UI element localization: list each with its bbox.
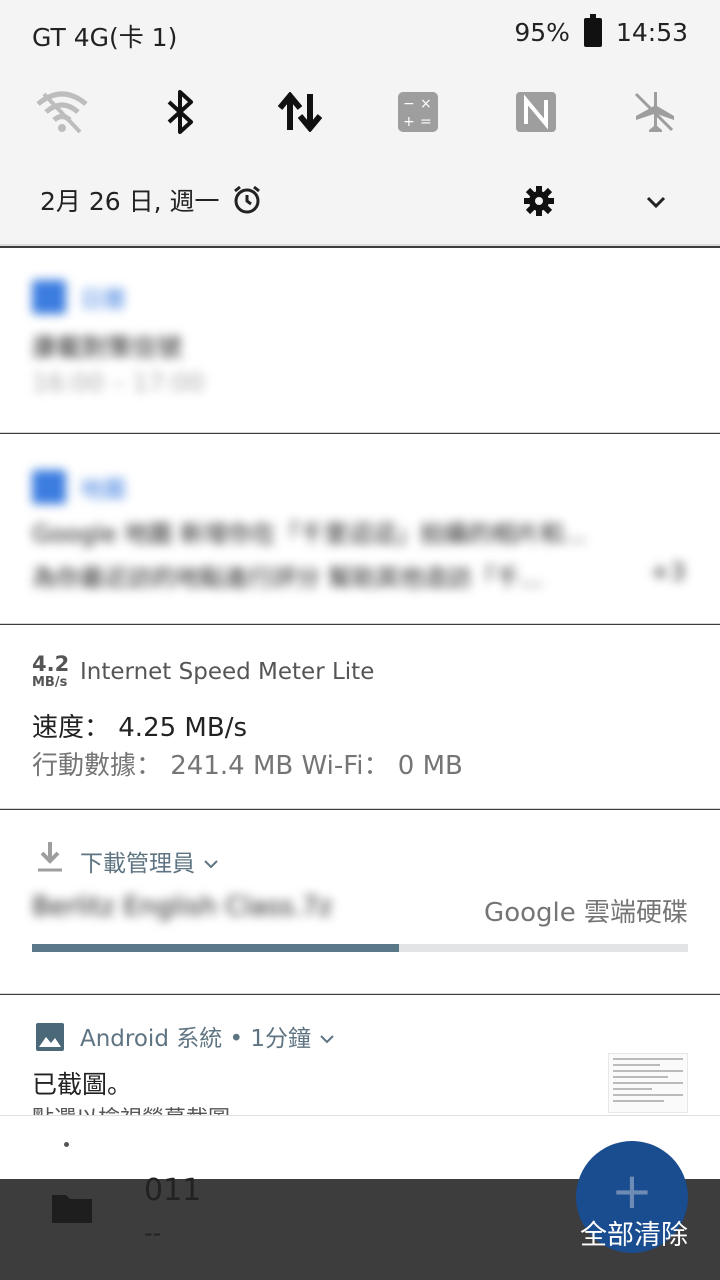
data-usage: 行動數據： 241.4 MB Wi-Fi： 0 MB bbox=[32, 751, 463, 781]
date-label: 2月 26 日, 週一 bbox=[40, 187, 220, 216]
battery-icon bbox=[583, 14, 602, 47]
svg-text:+: + bbox=[403, 114, 415, 130]
download-destination: Google 雲端硬碟 bbox=[484, 898, 688, 928]
download-progress-bar bbox=[32, 944, 688, 952]
airplane-mode-icon[interactable] bbox=[624, 82, 684, 142]
wifi-off-icon[interactable] bbox=[32, 82, 92, 142]
nfc-icon[interactable] bbox=[506, 82, 566, 142]
carrier-label: GT 4G(卡 1) bbox=[32, 23, 178, 52]
bluetooth-icon[interactable] bbox=[150, 82, 210, 142]
download-notification[interactable]: 下載管理員 Berlitz English Class.7z Google 雲端… bbox=[0, 810, 720, 994]
status-right: 95% 14:53 bbox=[514, 14, 688, 47]
download-filename: Berlitz English Class.7z bbox=[32, 892, 333, 922]
image-icon bbox=[36, 1023, 64, 1051]
quick-settings-panel: GT 4G(卡 1) 95% 14:53 − × + = 2月 26 日, 週一 bbox=[0, 0, 720, 246]
expand-chevron-icon bbox=[204, 860, 219, 869]
battery-percent: 95% bbox=[514, 18, 570, 47]
maps-app-name: 地圖 bbox=[80, 477, 126, 503]
maps-notification[interactable]: 地圖 Google 地圖 新增你在「千里迢迢」拍攝的相片和... 為你最近訪的地… bbox=[0, 434, 720, 624]
expand-chevron-icon[interactable] bbox=[640, 186, 672, 218]
data-transfer-icon[interactable] bbox=[270, 82, 330, 142]
calendar-app-row: 日曆 bbox=[32, 280, 126, 314]
speed-meter-icon: 4.2 MB/s bbox=[32, 652, 70, 690]
speed-meter-app-name: Internet Speed Meter Lite bbox=[80, 659, 375, 685]
download-app-row: 下載管理員 bbox=[80, 844, 220, 878]
settings-gear-icon[interactable] bbox=[522, 184, 556, 218]
folder-icon bbox=[52, 1195, 92, 1223]
clock: 14:53 bbox=[615, 18, 688, 47]
svg-text:=: = bbox=[420, 114, 432, 130]
maps-line2: 為你最近訪的地點進行評分 幫助其他造訪「千... bbox=[32, 564, 543, 592]
maps-app-row: 地圖 bbox=[32, 470, 126, 504]
date-row: 2月 26 日, 週一 bbox=[40, 182, 262, 218]
calculator-icon[interactable]: − × + = bbox=[388, 82, 448, 142]
svg-text:×: × bbox=[420, 96, 432, 112]
calendar-icon bbox=[32, 280, 66, 314]
maps-line1: Google 地圖 新增你在「千里迢迢」拍攝的相片和... bbox=[32, 520, 587, 548]
expand-chevron-icon bbox=[320, 1035, 335, 1044]
screenshot-text: 點選以檢視螢幕截圖 bbox=[32, 1101, 230, 1115]
svg-text:−: − bbox=[403, 96, 415, 112]
screenshot-title: 已截圖。 bbox=[32, 1070, 133, 1099]
folder-subtitle: -- bbox=[144, 1219, 162, 1247]
folder-title: 011 bbox=[144, 1173, 202, 1208]
download-icon bbox=[38, 842, 62, 872]
speed-value: 速度： 4.25 MB/s bbox=[32, 713, 247, 743]
system-app-name: Android 系統 • 1分鐘 bbox=[80, 1026, 312, 1052]
screenshot-thumbnail[interactable] bbox=[608, 1053, 688, 1113]
calendar-event-title: 康載對策信號 bbox=[32, 333, 183, 362]
download-app-name: 下載管理員 bbox=[80, 851, 195, 877]
maps-icon bbox=[32, 470, 66, 504]
clear-all-button[interactable]: 全部清除 bbox=[580, 1213, 688, 1252]
calendar-event-time: 16:00 – 17:00 bbox=[32, 368, 205, 397]
maps-more-count: +3 bbox=[650, 558, 686, 586]
underlying-app: 011 -- + 全部清除 bbox=[0, 1141, 720, 1280]
quick-tiles: − × + = bbox=[0, 82, 720, 142]
alarm-icon bbox=[233, 185, 260, 214]
calendar-app-name: 日曆 bbox=[80, 287, 126, 313]
notification-dot bbox=[64, 1142, 69, 1147]
download-progress-fill bbox=[32, 944, 400, 952]
calendar-notification[interactable]: 日曆 康載對策信號 16:00 – 17:00 bbox=[0, 248, 720, 433]
system-app-row: Android 系統 • 1分鐘 bbox=[80, 1019, 336, 1053]
speed-meter-notification[interactable]: 4.2 MB/s Internet Speed Meter Lite 速度： 4… bbox=[0, 625, 720, 809]
screenshot-notification[interactable]: Android 系統 • 1分鐘 已截圖。 點選以檢視螢幕截圖 bbox=[0, 995, 720, 1115]
